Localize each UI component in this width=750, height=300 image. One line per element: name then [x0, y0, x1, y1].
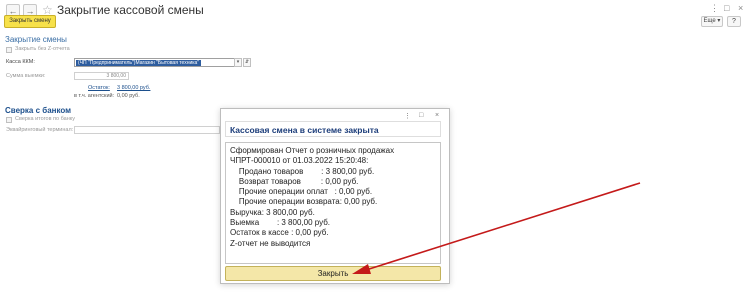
- more-button[interactable]: Еще ▾: [701, 16, 723, 27]
- balance-label[interactable]: Остаток:: [88, 85, 110, 91]
- dialog-close-button[interactable]: Закрыть: [225, 266, 441, 281]
- amount-field[interactable]: 3 800,00: [74, 72, 129, 80]
- dialog-close-icon[interactable]: ×: [435, 112, 439, 119]
- page-title: Закрытие кассовой смены: [57, 3, 204, 17]
- amount-label: Сумма выемки:: [6, 73, 46, 79]
- report-line: Возврат товаров : 0,00 руб.: [230, 176, 359, 186]
- close-without-z-checkbox[interactable]: [6, 47, 12, 53]
- bank-reconcile-label: Сверка итогов по банку: [15, 116, 75, 122]
- terminal-label: Эквайринговый терминал:: [6, 127, 74, 133]
- agent-label: в т.ч. агентский:: [74, 93, 115, 99]
- window-close-icon[interactable]: ×: [738, 3, 743, 13]
- balance-value[interactable]: 3 800,00 руб.: [117, 85, 150, 91]
- close-without-z-label: Закрыть без Z-отчета: [15, 46, 70, 52]
- terminal-field[interactable]: [74, 126, 220, 134]
- report-line: Остаток в кассе : 0,00 руб.: [230, 228, 329, 238]
- shift-closed-dialog: ⋮ □ × Кассовая смена в системе закрыта С…: [220, 108, 450, 284]
- dialog-title: Кассовая смена в системе закрыта: [230, 125, 379, 135]
- window-menu-icon[interactable]: ⋮: [710, 3, 719, 14]
- report-line: Сформирован Отчет о розничных продажах: [230, 146, 395, 155]
- help-button[interactable]: ?: [727, 16, 741, 27]
- kkm-dropdown-icon[interactable]: ▾: [234, 58, 242, 67]
- report-line: ЧПРТ-000010 от 01.03.2022 15:20:48:: [230, 156, 369, 166]
- bank-reconcile-checkbox[interactable]: [6, 117, 12, 123]
- report-line: Прочие операции возврата: 0,00 руб.: [230, 197, 378, 207]
- agent-value: 0,00 руб.: [117, 93, 140, 99]
- dialog-menu-icon[interactable]: ⋮: [404, 112, 411, 120]
- report-line: Выручка: 3 800,00 руб.: [230, 207, 315, 217]
- kkm-open-icon[interactable]: ⇵: [243, 58, 251, 67]
- report-line: Продано товаров : 3 800,00 руб.: [230, 166, 375, 176]
- kkm-label: Касса ККМ:: [6, 59, 35, 65]
- dialog-maximize-icon[interactable]: □: [419, 112, 423, 119]
- section-bank-title: Сверка с банком: [5, 106, 72, 115]
- window-maximize-icon[interactable]: □: [724, 3, 729, 13]
- kkm-field[interactable]: (ЧП "Предприниматель")Магазин "Бытовая т…: [74, 58, 235, 67]
- report-line: Z-отчет не выводится: [230, 238, 311, 248]
- close-shift-button[interactable]: Закрыть смену: [4, 15, 56, 28]
- report-line: Выемка : 3 800,00 руб.: [230, 218, 331, 228]
- report-line: Прочие операции оплат : 0,00 руб.: [230, 187, 373, 197]
- report-text-area[interactable]: Сформирован Отчет о розничных продажах Ч…: [225, 142, 441, 264]
- section-close-shift-title: Закрытие смены: [5, 35, 67, 44]
- kkm-value: (ЧП "Предприниматель")Магазин "Бытовая т…: [76, 60, 202, 66]
- dialog-header: Кассовая смена в системе закрыта: [225, 121, 441, 137]
